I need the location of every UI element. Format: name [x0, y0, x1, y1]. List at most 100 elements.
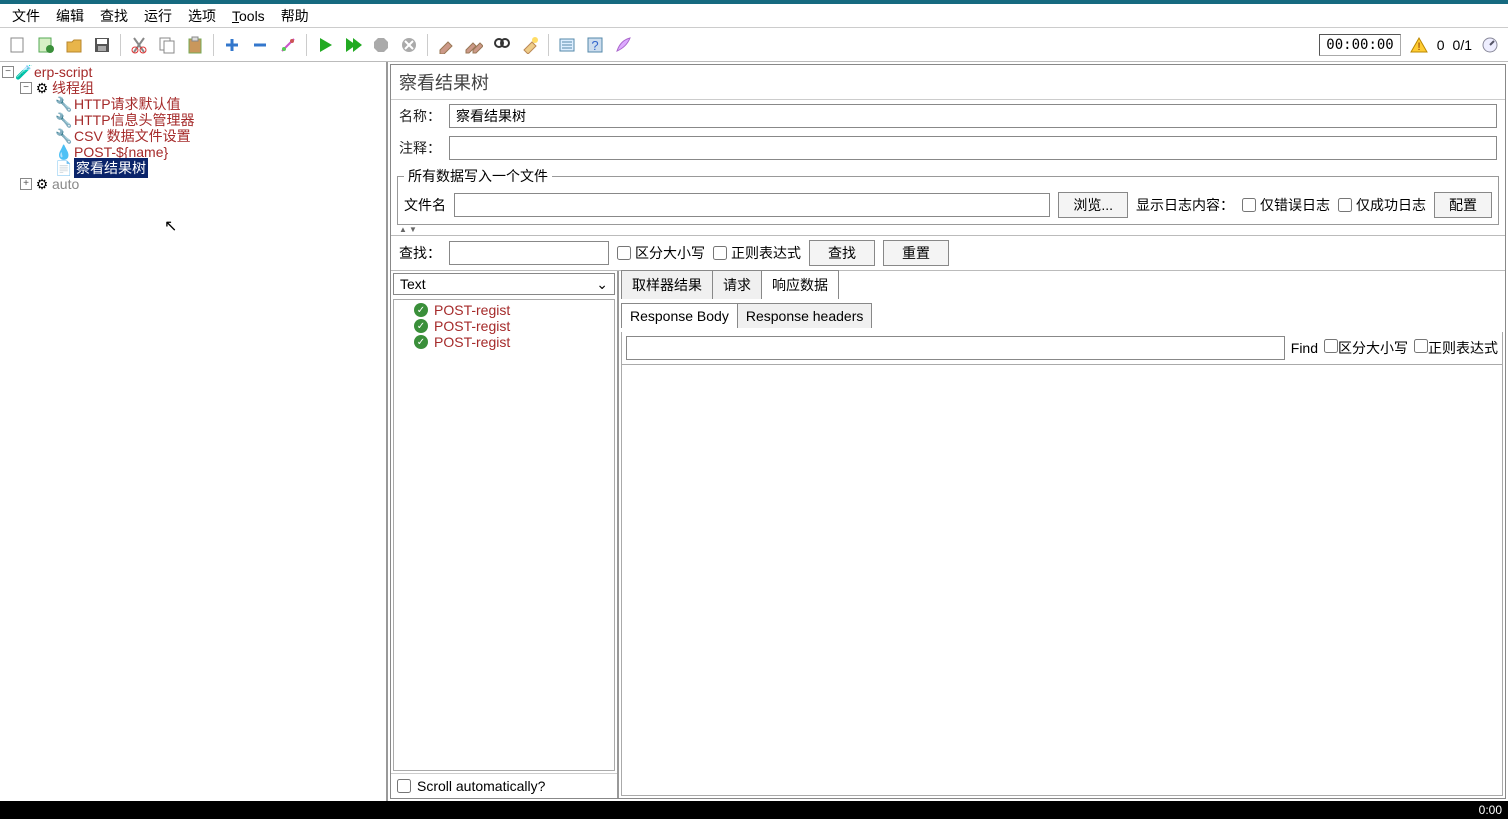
subtab-response-headers[interactable]: Response headers	[737, 303, 873, 328]
main-panel: 察看结果树 名称： 注释： 所有数据写入一个文件 文件名 浏览... 显示日志内…	[390, 64, 1506, 799]
tree-expand-icon[interactable]: +	[20, 178, 32, 190]
taskbar-time: 0:00	[1479, 803, 1502, 817]
subtab-response-body[interactable]: Response Body	[621, 303, 738, 328]
wrench-icon: 🔧	[56, 112, 72, 128]
menu-bar: 文件 编辑 查找 运行 选项 Tools 帮助	[0, 4, 1508, 28]
results-right-panel: 取样器结果 请求 响应数据 Response Body Response hea…	[619, 271, 1505, 798]
result-label: POST-regist	[434, 318, 510, 334]
results-left-panel: Text ⌄ ✓POST-regist ✓POST-regist ✓POST-r…	[391, 271, 619, 798]
tree-item-selected[interactable]: 察看结果树	[74, 158, 148, 178]
elapsed-timer: 00:00:00	[1319, 34, 1400, 56]
shutdown-icon[interactable]	[396, 32, 422, 58]
expand-icon[interactable]	[219, 32, 245, 58]
toggle-icon[interactable]	[275, 32, 301, 58]
result-row[interactable]: ✓POST-regist	[396, 334, 612, 350]
separator	[213, 34, 214, 56]
tree-collapse-icon[interactable]: −	[2, 66, 14, 78]
tree-auto[interactable]: auto	[52, 176, 79, 192]
cut-icon[interactable]	[126, 32, 152, 58]
menu-file[interactable]: 文件	[4, 4, 48, 28]
paste-icon[interactable]	[182, 32, 208, 58]
result-label: POST-regist	[434, 302, 510, 318]
only-success-checkbox[interactable]	[1338, 198, 1352, 212]
page-icon: 📄	[56, 160, 72, 176]
browse-button[interactable]: 浏览...	[1058, 192, 1128, 218]
name-input[interactable]	[449, 104, 1497, 128]
copy-icon[interactable]	[154, 32, 180, 58]
clear-all-icon[interactable]	[461, 32, 487, 58]
menu-tools[interactable]: Tools	[224, 6, 273, 26]
split-handle[interactable]	[391, 227, 1505, 235]
test-plan-tree[interactable]: −🧪erp-script −⚙线程组 🔧HTTP请求默认值 🔧HTTP信息头管理…	[0, 62, 388, 801]
case-checkbox[interactable]	[617, 246, 631, 260]
collapse-icon[interactable]	[247, 32, 273, 58]
result-label: POST-regist	[434, 334, 510, 350]
gear-icon: ⚙	[34, 80, 50, 96]
menu-help[interactable]: 帮助	[273, 4, 317, 28]
find-regex-checkbox[interactable]	[1414, 339, 1428, 353]
panel-title: 察看结果树	[391, 65, 1505, 100]
file-output-fieldset: 所有数据写入一个文件 文件名 浏览... 显示日志内容： 仅错误日志 仅成功日志…	[397, 166, 1499, 225]
regex-checkbox[interactable]	[713, 246, 727, 260]
menu-options[interactable]: 选项	[180, 4, 224, 28]
only-error-checkbox[interactable]	[1242, 198, 1256, 212]
scroll-auto-label: Scroll automatically?	[417, 778, 545, 794]
separator	[427, 34, 428, 56]
configure-button[interactable]: 配置	[1434, 192, 1492, 218]
renderer-select[interactable]: Text ⌄	[393, 273, 615, 295]
tab-request[interactable]: 请求	[712, 270, 762, 299]
save-icon[interactable]	[89, 32, 115, 58]
svg-text:!: !	[1417, 41, 1420, 53]
gauge-icon[interactable]	[1477, 32, 1503, 58]
search-label: 查找：	[399, 243, 441, 263]
tab-sampler-result[interactable]: 取样器结果	[621, 270, 713, 299]
file-legend: 所有数据写入一个文件	[404, 166, 552, 186]
renderer-value: Text	[400, 276, 426, 292]
comment-label: 注释：	[399, 138, 441, 158]
filename-label: 文件名	[404, 195, 446, 215]
results-tree[interactable]: ✓POST-regist ✓POST-regist ✓POST-regist	[393, 299, 615, 771]
search-tool-icon[interactable]	[489, 32, 515, 58]
help-icon[interactable]: ?	[582, 32, 608, 58]
reset-button[interactable]: 重置	[883, 240, 949, 266]
menu-search[interactable]: 查找	[92, 4, 136, 28]
comment-input[interactable]	[449, 136, 1497, 160]
reset-search-icon[interactable]	[517, 32, 543, 58]
wrench-icon: 🔧	[56, 96, 72, 112]
result-row[interactable]: ✓ POST-regist	[396, 318, 612, 334]
regex-label: 正则表达式	[731, 243, 801, 263]
start-no-timers-icon[interactable]	[340, 32, 366, 58]
tree-collapse-icon[interactable]: −	[20, 82, 32, 94]
clear-icon[interactable]	[433, 32, 459, 58]
function-helper-icon[interactable]	[554, 32, 580, 58]
warning-icon[interactable]: !	[1406, 32, 1432, 58]
search-input[interactable]	[449, 241, 609, 265]
scroll-auto-checkbox[interactable]	[397, 779, 411, 793]
open-icon[interactable]	[61, 32, 87, 58]
search-button[interactable]: 查找	[809, 240, 875, 266]
find-regex-label: 正则表达式	[1428, 340, 1498, 356]
filename-input[interactable]	[454, 193, 1050, 217]
tree-item[interactable]: CSV 数据文件设置	[74, 126, 191, 146]
case-label: 区分大小写	[635, 243, 705, 263]
template-icon[interactable]	[33, 32, 59, 58]
stop-icon[interactable]	[368, 32, 394, 58]
response-body-area[interactable]	[621, 365, 1503, 796]
find-button[interactable]: Find	[1291, 340, 1318, 356]
menu-run[interactable]: 运行	[136, 4, 180, 28]
result-row[interactable]: ✓POST-regist	[396, 302, 612, 318]
new-icon[interactable]	[5, 32, 31, 58]
tab-response-data[interactable]: 响应数据	[761, 270, 839, 299]
menu-edit[interactable]: 编辑	[48, 4, 92, 28]
wrench-icon: 🔧	[56, 128, 72, 144]
feather-icon[interactable]	[610, 32, 636, 58]
chevron-down-icon: ⌄	[596, 276, 608, 293]
find-case-label: 区分大小写	[1338, 340, 1408, 356]
success-icon: ✓	[414, 319, 428, 333]
start-icon[interactable]	[312, 32, 338, 58]
pipette-icon: 💧	[56, 144, 72, 160]
result-tabs: 取样器结果 请求 响应数据	[621, 273, 1503, 299]
find-input[interactable]	[626, 336, 1285, 360]
find-case-checkbox[interactable]	[1324, 339, 1338, 353]
only-success-label: 仅成功日志	[1356, 195, 1426, 215]
